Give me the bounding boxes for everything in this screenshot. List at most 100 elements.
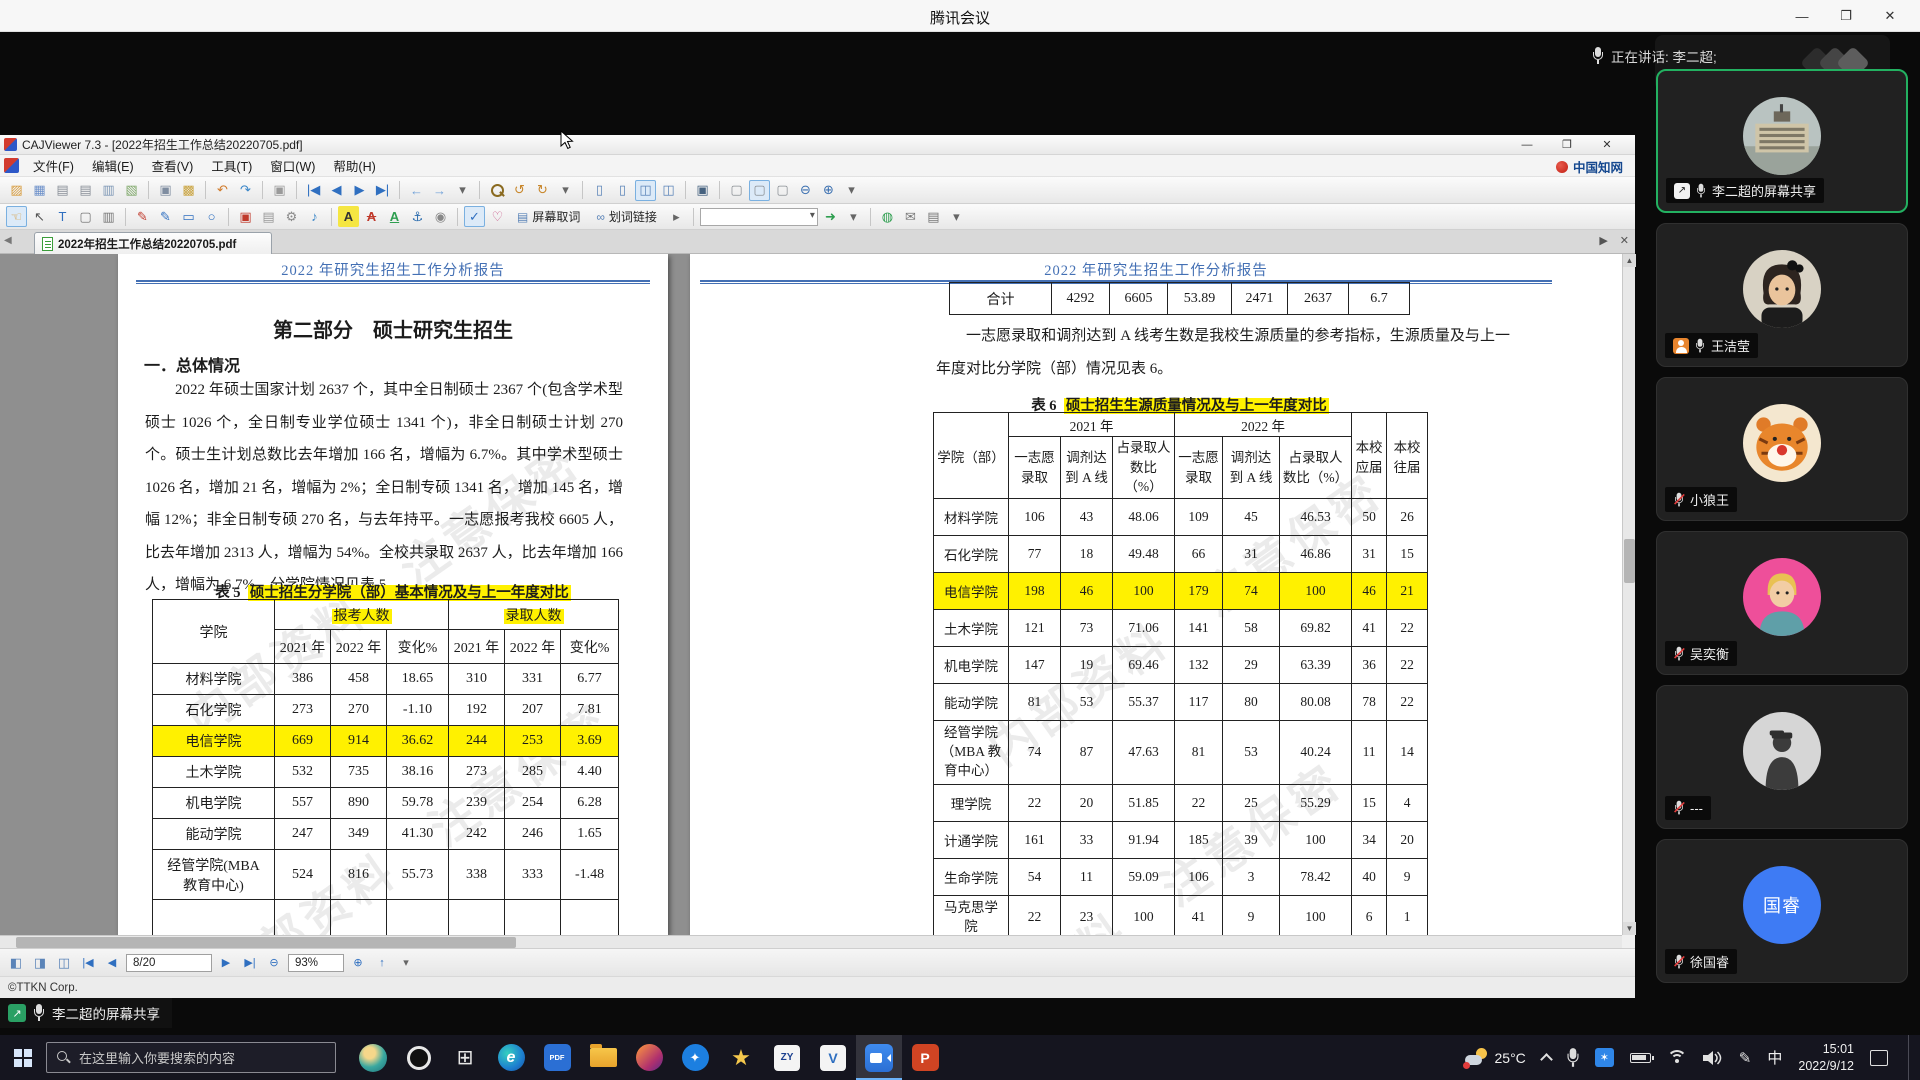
nav-more-icon[interactable]: ▾ [452,180,473,201]
copy-icon[interactable]: ▣ [155,180,176,201]
go-icon[interactable]: ➜ [820,206,841,227]
single-page-icon[interactable]: ▯ [589,180,610,201]
menu-item[interactable]: 查看(V) [143,158,203,176]
task-view-taskbar-icon[interactable]: ⊞ [442,1035,488,1080]
rect-annotation-icon[interactable]: ▭ [178,206,199,227]
settings-gear-icon[interactable]: ⚙ [281,206,302,227]
next-page-icon[interactable]: ▶ [216,953,236,973]
close-icon[interactable]: ✕ [1868,0,1912,32]
note-toggle-icon[interactable]: ✓ [464,206,485,227]
zoom-in-icon[interactable]: ⊕ [818,180,839,201]
caj-minimize-icon[interactable]: — [1507,135,1547,154]
continuous-icon[interactable]: ▯ [612,180,633,201]
pdf-convert-icon[interactable]: ▣ [235,206,256,227]
menu-item[interactable]: 窗口(W) [261,158,324,176]
taskbar-clock[interactable]: 15:01 2022/9/12 [1798,1041,1854,1074]
fit-page-icon[interactable]: ▢ [726,180,747,201]
status-more-icon[interactable]: ▾ [396,953,416,973]
full-screen-icon[interactable]: ▣ [692,180,713,201]
zy-app-taskbar-icon[interactable]: ZY [764,1035,810,1080]
select-tool-icon[interactable]: ↖ [29,206,50,227]
tab-scroll-right-icon[interactable]: ▶ [1599,234,1607,247]
action-center-icon[interactable] [1870,1050,1888,1066]
screen-capture-button[interactable]: ▤屏幕取词 [510,205,587,228]
rotate-left-icon[interactable]: ↺ [509,180,530,201]
participant-tile[interactable]: 国睿徐国睿 [1656,839,1908,983]
firefox-browser-taskbar-icon[interactable] [626,1035,672,1080]
find-icon[interactable] [486,180,507,201]
area-select-icon[interactable]: ▢ [75,206,96,227]
participant-tile[interactable]: --- [1656,685,1908,829]
page-indicator[interactable]: 8/20 [126,954,212,972]
tray-expand-icon[interactable] [1540,1053,1553,1066]
vertical-scrollbar[interactable]: ▲ ▼ [1622,254,1635,935]
underline-text-icon[interactable]: A [384,206,405,227]
image-save-icon[interactable]: ▤ [258,206,279,227]
word-link-button[interactable]: ∞划词链接 [589,205,664,228]
vertical-scroll-thumb[interactable] [1624,539,1635,583]
dark-browser-taskbar-icon[interactable] [396,1035,442,1080]
help-doc-icon[interactable]: ▤ [923,206,944,227]
facing-icon[interactable]: ◫ [635,180,656,201]
wifi-icon[interactable] [1667,1050,1687,1066]
redo-icon[interactable]: ↷ [235,180,256,201]
show-desktop-button[interactable] [1908,1035,1914,1080]
cajviewer-titlebar[interactable]: CAJViewer 7.3 - [2022年招生工作总结20220705.pdf… [0,135,1635,155]
prev-page-icon[interactable]: ◀ [326,180,347,201]
volume-icon[interactable] [1703,1051,1723,1065]
highlight-text-icon[interactable]: A [338,206,359,227]
pdf-viewport[interactable]: 2022 年研究生招生工作分析报告 内部资料 注意保密 内部资料 注意保密 第二… [0,254,1622,935]
battery-icon[interactable] [1630,1053,1651,1063]
toolbar-more-icon[interactable]: ▾ [946,206,967,227]
first-page-icon[interactable]: |◀ [78,953,98,973]
caj-maximize-icon[interactable]: ❐ [1547,135,1587,154]
ime-indicator[interactable]: 中 [1767,1047,1782,1068]
ellipse-annotation-icon[interactable]: ○ [201,206,222,227]
anchor-annotation-icon[interactable]: ⚓ [407,206,428,227]
paste-icon[interactable]: ▩ [178,180,199,201]
undo-icon[interactable]: ↶ [212,180,233,201]
edge-browser-taskbar-icon[interactable]: e [488,1035,534,1080]
menu-item[interactable]: 文件(F) [24,158,83,176]
fit-width-icon[interactable]: ▢ [749,180,770,201]
web-home-icon[interactable]: ◍ [877,206,898,227]
back-icon[interactable]: ← [406,180,427,201]
thumbnail-view-icon[interactable]: ◧ [6,953,26,973]
page-view-icon[interactable]: ◨ [30,953,50,973]
prev-page-icon[interactable]: ◀ [102,953,122,973]
strike-text-icon[interactable]: A [361,206,382,227]
horizontal-scrollbar[interactable] [0,935,1622,948]
compass-browser-taskbar-icon[interactable]: ✦ [672,1035,718,1080]
tencent-meeting-taskbar-icon[interactable] [856,1035,902,1080]
photos-bird-app-taskbar-icon[interactable] [350,1035,396,1080]
hand-tool-icon[interactable]: ☜ [6,206,27,227]
zoom-indicator[interactable]: 93% [288,954,344,972]
next-page-icon[interactable]: ▶ [349,180,370,201]
menu-item[interactable]: 工具(T) [202,158,261,176]
participant-tile[interactable]: 吴奕衡 [1656,531,1908,675]
menu-item[interactable]: 编辑(E) [83,158,143,176]
text-select-icon[interactable]: T [52,206,73,227]
snapshot-icon[interactable]: ▥ [98,206,119,227]
taskbar-search-input[interactable]: 在这里输入你要搜索的内容 [46,1042,336,1073]
horizontal-scroll-thumb[interactable] [16,937,516,948]
first-page-icon[interactable]: |◀ [303,180,324,201]
last-page-icon[interactable]: ▶| [372,180,393,201]
open-icon[interactable]: ▨ [6,180,27,201]
participant-tile[interactable]: ↗李二超的屏幕共享 [1656,69,1908,213]
actual-size-icon[interactable]: ▢ [772,180,793,201]
minimize-icon[interactable]: — [1780,0,1824,32]
save-icon[interactable]: ▦ [29,180,50,201]
tray-star-icon[interactable]: ✶ [1595,1048,1614,1067]
continuous-facing-icon[interactable]: ◫ [658,180,679,201]
search-combo-input[interactable] [700,208,818,226]
print-setup-icon[interactable]: ▤ [75,180,96,201]
insert-page-icon[interactable]: ▣ [269,180,290,201]
library-icon[interactable]: ▧ [121,180,142,201]
weather-widget[interactable]: 25°C [1465,1048,1526,1068]
go-more-icon[interactable]: ▾ [843,206,864,227]
last-page-icon[interactable]: ▶| [240,953,260,973]
print-icon[interactable]: ▤ [52,180,73,201]
participant-tile[interactable]: 王洁莹 [1656,223,1908,367]
zoom-more-icon[interactable]: ▾ [841,180,862,201]
